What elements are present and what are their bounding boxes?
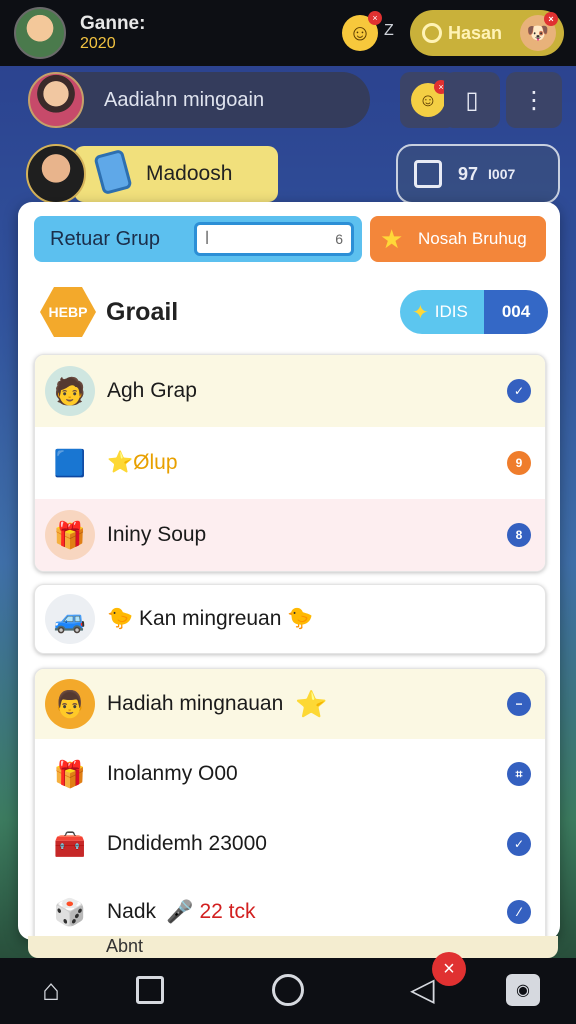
- microphone-icon: 🎤: [166, 899, 194, 924]
- gift-icon: 🎁: [45, 510, 95, 560]
- reward-row[interactable]: 🚙 🐤 Kan mingreuan 🐤: [35, 585, 545, 653]
- resource-value2: I007: [488, 166, 516, 182]
- close-badge-button[interactable]: ×: [432, 952, 466, 986]
- hex-badge-label: HEBP: [48, 304, 88, 320]
- home-circle-icon[interactable]: [272, 974, 304, 1006]
- list-item[interactable]: 🧰 Dndidemh 23000 ✓: [35, 809, 545, 879]
- sparkle-icon: ✦: [412, 301, 429, 324]
- action-icon[interactable]: 8: [507, 523, 531, 547]
- tab-retuar-label: Retuar Grup: [50, 227, 161, 250]
- search-avatar: [28, 72, 84, 128]
- bottom-nav-bar: ⌂ ◁ × ◉: [0, 952, 576, 1024]
- resource-value1: 97: [458, 163, 479, 184]
- person-icon: 🧑: [45, 366, 95, 416]
- tab-retuar-grup[interactable]: Retuar Grup ꟾ 6: [34, 216, 362, 262]
- edit-action-icon[interactable]: ⁄: [507, 900, 531, 924]
- star-icon: ★: [380, 224, 404, 254]
- madoosh-label: Madoosh: [146, 162, 233, 185]
- more-menu-button[interactable]: ⋮: [506, 72, 562, 128]
- list-item[interactable]: 👨 Hadiah mingnauan ⭐ −: [35, 669, 545, 739]
- car-icon: 🚙: [45, 594, 95, 644]
- input-left-glyph: ꟾ: [205, 230, 210, 247]
- list-item-label: Ininy Soup: [107, 523, 207, 546]
- reward-label: 🐤 Kan mingreuan 🐤: [107, 607, 314, 630]
- search-bar[interactable]: Aadiahn mingoain: [28, 72, 370, 128]
- group-panel: Retuar Grup ꟾ 6 ★ Nosah Bruhug HEBP Groa…: [18, 202, 560, 946]
- list-item[interactable]: 🟦 ⭐Ølup 9: [35, 427, 545, 499]
- search-text: Aadiahn mingoain: [104, 88, 265, 111]
- blue-box-icon: 🟦: [53, 447, 87, 478]
- smiley-icon: ☺: [348, 20, 372, 45]
- group-list-2: 👨 Hadiah mingnauan ⭐ − 🎁 Inolanmy O00 ⌗ …: [34, 668, 546, 946]
- peek-card: Abnt: [28, 936, 558, 958]
- list-item-label: Agh Grap: [107, 379, 197, 402]
- list-item-label: Nadk: [107, 900, 157, 923]
- recents-square-icon[interactable]: [136, 976, 164, 1004]
- action-icon[interactable]: ⌗: [507, 762, 531, 786]
- check-action-icon[interactable]: ✓: [507, 832, 531, 856]
- action-icon[interactable]: −: [507, 692, 531, 716]
- count-chip-label: 004: [501, 302, 531, 321]
- second-row: Madoosh 97 I007: [26, 144, 560, 204]
- check-action-icon[interactable]: ✓: [507, 379, 531, 403]
- gold-gift-icon: 🎁: [53, 758, 87, 789]
- peek-text: Abnt: [106, 936, 144, 956]
- bookmark-button[interactable]: ▯: [444, 72, 500, 128]
- user-pill-button[interactable]: Hasan 🐶 ×: [410, 10, 564, 56]
- game-title-line2: 2020: [80, 34, 116, 52]
- profile-avatar[interactable]: [14, 7, 66, 59]
- list-item-label: ⭐Ølup: [107, 451, 178, 474]
- star-emoji-icon: ⭐: [295, 688, 328, 719]
- ids-chip-label: IDIS: [434, 302, 468, 321]
- hex-badge-icon: HEBP: [40, 287, 96, 337]
- list-item-label: Inolanmy O00: [107, 762, 238, 785]
- treasure-cart-icon: 🧰: [53, 828, 87, 859]
- list-item[interactable]: 🧑 Agh Grap ✓: [35, 355, 545, 427]
- more-vertical-icon: ⋮: [522, 86, 546, 114]
- ring-icon: [422, 23, 442, 43]
- ids-chip[interactable]: ✦ IDIS: [400, 290, 484, 334]
- bag-icon[interactable]: ◉: [506, 974, 540, 1006]
- bookmark-icon: ▯: [465, 86, 479, 114]
- group-header: HEBP Groail ✦ IDIS 004: [40, 286, 550, 338]
- reward-banner[interactable]: 🚙 🐤 Kan mingreuan 🐤: [34, 584, 546, 654]
- home-icon[interactable]: ⌂: [32, 974, 70, 1008]
- smiley-emoji-button[interactable]: ☺ ×: [342, 11, 382, 51]
- list-item-extra: 22 tck: [199, 900, 256, 923]
- game-title-line1: Ganne:: [80, 12, 146, 34]
- notification-badge: ×: [368, 11, 382, 25]
- game-title: Ganne: 2020: [80, 12, 146, 52]
- list-item-label: Hadiah mingnauan: [107, 692, 284, 715]
- group-title: Groail: [106, 297, 179, 326]
- cube-icon: [414, 160, 442, 188]
- list-item[interactable]: 🎁 Inolanmy O00 ⌗: [35, 739, 545, 809]
- madoosh-avatar: [26, 144, 86, 204]
- top-status-bar: Ganne: 2020 ☺ × Z Hasan 🐶 ×: [0, 0, 576, 66]
- man-avatar-icon: 👨: [45, 679, 95, 729]
- orange-action-icon[interactable]: 9: [507, 451, 531, 475]
- list-item[interactable]: 🎁 Ininy Soup 8: [35, 499, 545, 571]
- group-search-input[interactable]: ꟾ 6: [194, 222, 354, 256]
- group-list-1: 🧑 Agh Grap ✓ 🟦 ⭐Ølup 9 🎁 Ininy Soup 8: [34, 354, 546, 572]
- tab-nosah-label: Nosah Bruhug: [418, 229, 527, 248]
- user-pill-label: Hasan: [448, 22, 503, 43]
- count-chip[interactable]: 004: [484, 290, 548, 334]
- list-item-label: Dndidemh 23000: [107, 832, 267, 855]
- search-row: Aadiahn mingoain ☺ × ▯ ⋮: [28, 72, 562, 128]
- resource-pill[interactable]: 97 I007: [396, 144, 560, 204]
- game-box-icon: 🎲: [53, 896, 87, 927]
- pill-badge: ×: [544, 12, 558, 26]
- emoji-suffix-text: Z: [384, 22, 394, 39]
- input-right-glyph: 6: [335, 231, 343, 247]
- tab-nosah-bruhug[interactable]: ★ Nosah Bruhug: [370, 216, 546, 262]
